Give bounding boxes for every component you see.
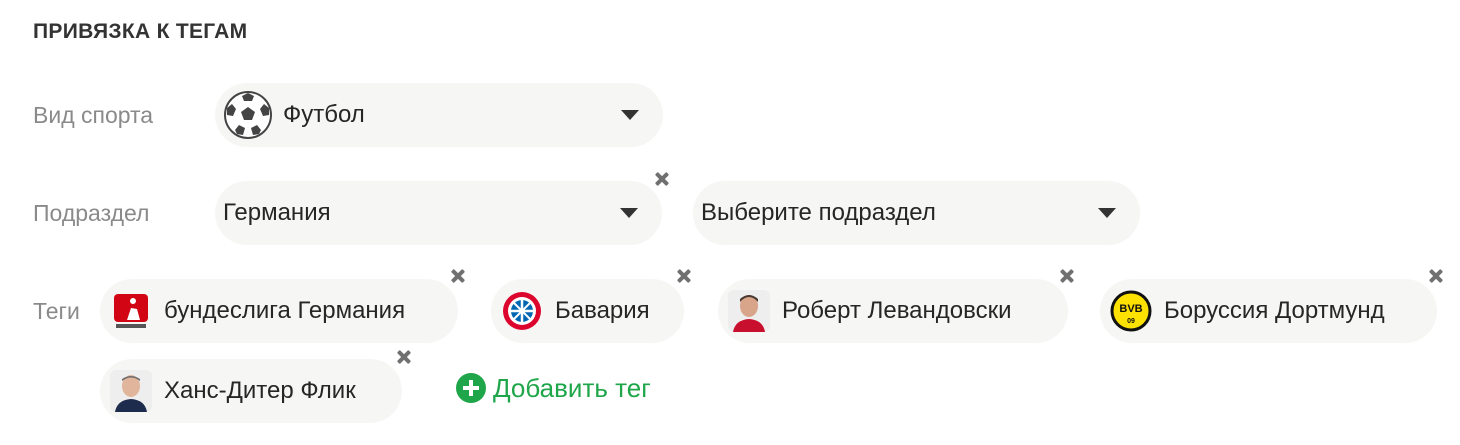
add-tag-button[interactable]: Добавить тег [455,372,651,404]
bundesliga-logo-icon [114,294,148,328]
sport-value: Футбол [283,101,365,128]
subsection-select[interactable]: Германия [215,181,662,245]
add-tag-label: Добавить тег [493,372,651,403]
bvb-logo-icon: BVB 09 [1110,290,1152,332]
tag-chip[interactable]: Роберт Левандовски [718,279,1068,343]
player-avatar-icon [728,290,770,332]
tag-chip[interactable]: Бавария [491,279,684,343]
subsection-label: Подраздел [33,200,150,226]
svg-text:BVB: BVB [1119,303,1142,315]
sport-label: Вид спорта [33,102,154,128]
chevron-down-icon[interactable] [620,208,638,218]
clear-subsection-icon[interactable] [654,171,670,187]
plus-circle-icon [456,373,486,403]
coach-avatar-icon [110,370,152,412]
remove-tag-icon[interactable] [1428,268,1444,284]
sport-select[interactable]: Футбол [215,83,663,147]
tag-chip[interactable]: BVB 09 Боруссия Дортмунд [1100,279,1437,343]
svg-text:09: 09 [1127,318,1135,325]
soccer-ball-icon [224,91,272,139]
tag-label: Боруссия Дортмунд [1164,297,1385,324]
subsection-value: Германия [223,199,331,226]
bayern-logo-icon [503,292,541,330]
remove-tag-icon[interactable] [396,349,412,365]
tag-label: Ханс-Дитер Флик [164,377,356,404]
remove-tag-icon[interactable] [450,268,466,284]
section-title: ПРИВЯЗКА К ТЕГАМ [33,20,248,43]
tag-chip[interactable]: Ханс-Дитер Флик [100,359,402,423]
remove-tag-icon[interactable] [676,268,692,284]
subsection-select-2[interactable]: Выберите подраздел [693,181,1140,245]
subsection-placeholder: Выберите подраздел [701,199,936,226]
tags-label: Теги [33,298,80,324]
tag-label: Роберт Левандовски [782,297,1012,324]
tag-label: Бавария [555,297,650,324]
chevron-down-icon[interactable] [621,110,639,120]
remove-tag-icon[interactable] [1059,268,1075,284]
chevron-down-icon[interactable] [1098,208,1116,218]
tag-chip[interactable]: бундеслига Германия [100,279,458,343]
tag-label: бундеслига Германия [164,297,406,324]
